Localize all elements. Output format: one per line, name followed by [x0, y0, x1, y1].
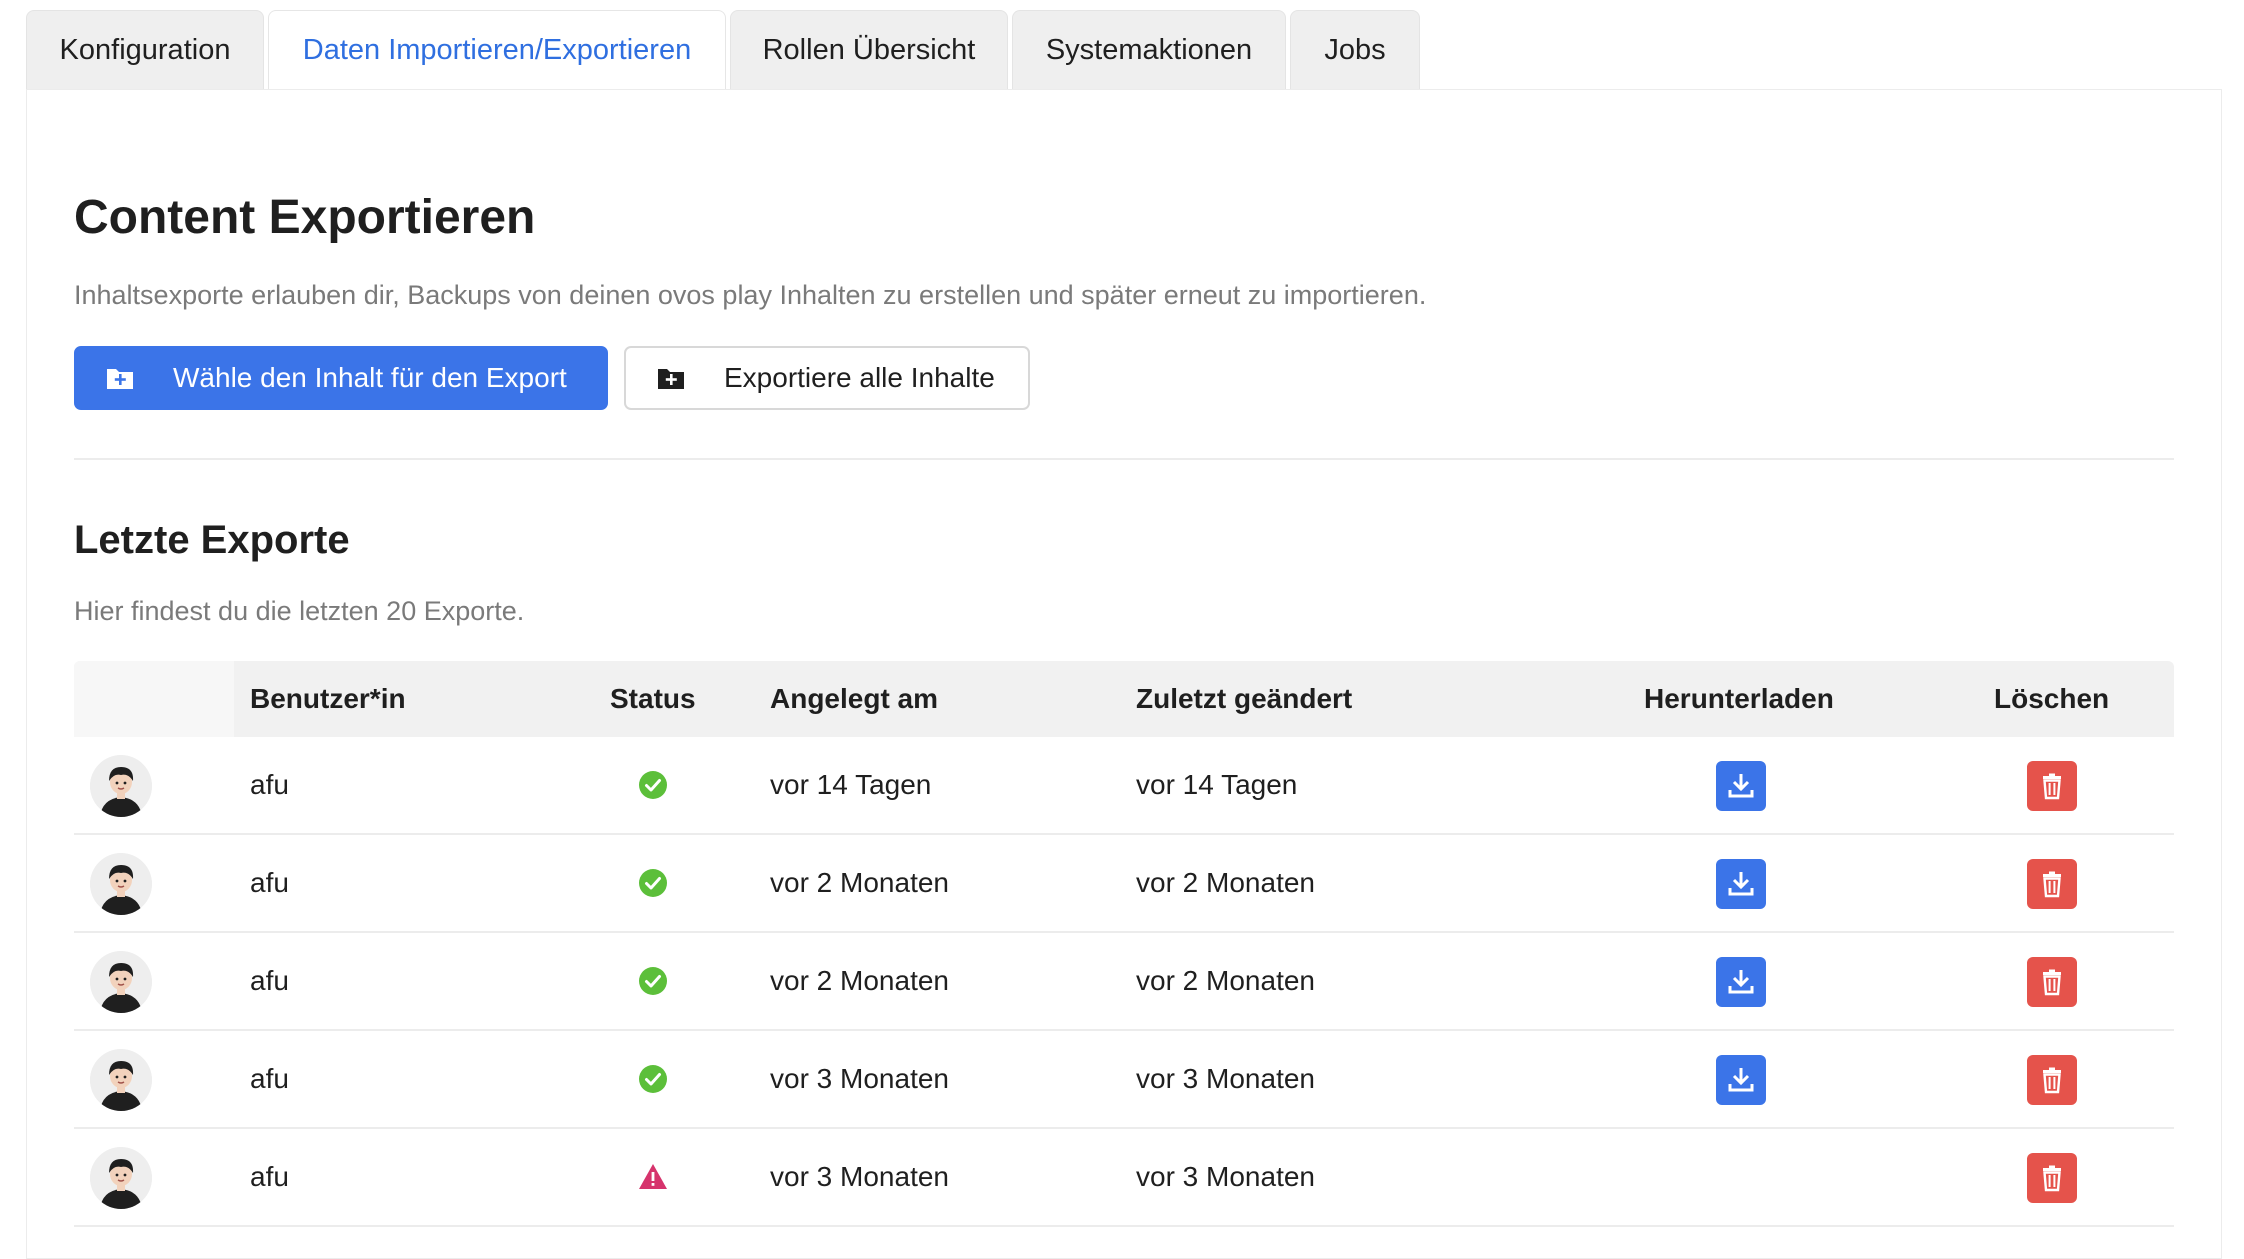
tab-jobs[interactable]: Jobs	[1290, 10, 1420, 90]
tab-konfiguration[interactable]: Konfiguration	[26, 10, 264, 90]
export-all-button[interactable]: Exportiere alle Inhalte	[624, 346, 1030, 410]
trash-icon	[2037, 1163, 2067, 1193]
row-modified: vor 14 Tagen	[1136, 769, 1298, 800]
row-user: afu	[250, 1063, 289, 1094]
status-warning-icon	[638, 1162, 668, 1192]
download-button[interactable]	[1716, 761, 1766, 811]
row-modified: vor 3 Monaten	[1136, 1063, 1315, 1094]
delete-button[interactable]	[2027, 1153, 2077, 1203]
status-success-icon	[638, 868, 668, 898]
tab-daten-import-export[interactable]: Daten Importieren/Exportieren	[268, 10, 726, 90]
trash-icon	[2037, 967, 2067, 997]
row-modified: vor 3 Monaten	[1136, 1161, 1315, 1192]
avatar-column-header	[74, 661, 234, 737]
column-header-status[interactable]: Status	[610, 661, 696, 737]
export-title: Content Exportieren	[74, 191, 536, 244]
choose-export-content-button[interactable]: Wähle den Inhalt für den Export	[74, 346, 608, 410]
column-header-delete: Löschen	[1994, 683, 2110, 714]
user-avatar	[90, 1147, 152, 1209]
row-created: vor 3 Monaten	[770, 1161, 949, 1192]
status-success-icon	[638, 966, 668, 996]
table-row: afu vor 3 Monaten vor 3 Monaten	[74, 1129, 2174, 1227]
row-user: afu	[250, 769, 289, 800]
status-success-icon	[638, 1064, 668, 1094]
row-created: vor 3 Monaten	[770, 1063, 949, 1094]
delete-button[interactable]	[2027, 859, 2077, 909]
user-avatar	[90, 1049, 152, 1111]
row-created: vor 14 Tagen	[770, 769, 932, 800]
row-user: afu	[250, 1161, 289, 1192]
section-divider	[74, 458, 2174, 460]
table-header: Benutzer*in Status Angelegt am Zuletzt g…	[74, 661, 2174, 737]
status-success-icon	[638, 770, 668, 800]
user-avatar	[90, 755, 152, 817]
row-modified: vor 2 Monaten	[1136, 965, 1315, 996]
download-icon	[1726, 771, 1756, 801]
tab-rollen-uebersicht[interactable]: Rollen Übersicht	[730, 10, 1008, 90]
download-icon	[1726, 967, 1756, 997]
export-all-label: Exportiere alle Inhalte	[724, 362, 995, 393]
export-description: Inhaltsexporte erlauben dir, Backups von…	[74, 280, 1427, 310]
row-created: vor 2 Monaten	[770, 965, 949, 996]
choose-export-content-label: Wähle den Inhalt für den Export	[173, 362, 567, 393]
trash-icon	[2037, 771, 2067, 801]
row-created: vor 2 Monaten	[770, 867, 949, 898]
download-icon	[1726, 869, 1756, 899]
download-icon	[1726, 1065, 1756, 1095]
folder-plus-icon	[656, 363, 686, 393]
row-modified: vor 2 Monaten	[1136, 867, 1315, 898]
row-user: afu	[250, 867, 289, 898]
tab-bar: Konfiguration Daten Importieren/Exportie…	[26, 10, 1420, 90]
table-row: afu vor 3 Monaten vor 3 Monaten	[74, 1031, 2174, 1129]
delete-button[interactable]	[2027, 957, 2077, 1007]
folder-plus-icon	[105, 363, 135, 393]
table-row: afu vor 2 Monaten vor 2 Monaten	[74, 933, 2174, 1031]
column-header-modified[interactable]: Zuletzt geändert	[1136, 661, 1352, 737]
user-avatar	[90, 853, 152, 915]
column-header-download: Herunterladen	[1644, 683, 1834, 714]
delete-button[interactable]	[2027, 1055, 2077, 1105]
recent-exports-title: Letzte Exporte	[74, 518, 350, 562]
column-header-user[interactable]: Benutzer*in	[250, 661, 406, 737]
table-row: afu vor 2 Monaten vor 2 Monaten	[74, 835, 2174, 933]
table-row: afu vor 14 Tagen vor 14 Tagen	[74, 737, 2174, 835]
download-button[interactable]	[1716, 1055, 1766, 1105]
recent-exports-description: Hier findest du die letzten 20 Exporte.	[74, 596, 525, 626]
download-button[interactable]	[1716, 859, 1766, 909]
column-header-created[interactable]: Angelegt am	[770, 661, 938, 737]
row-user: afu	[250, 965, 289, 996]
trash-icon	[2037, 1065, 2067, 1095]
user-avatar	[90, 951, 152, 1013]
download-button[interactable]	[1716, 957, 1766, 1007]
trash-icon	[2037, 869, 2067, 899]
tab-systemaktionen[interactable]: Systemaktionen	[1012, 10, 1286, 90]
delete-button[interactable]	[2027, 761, 2077, 811]
